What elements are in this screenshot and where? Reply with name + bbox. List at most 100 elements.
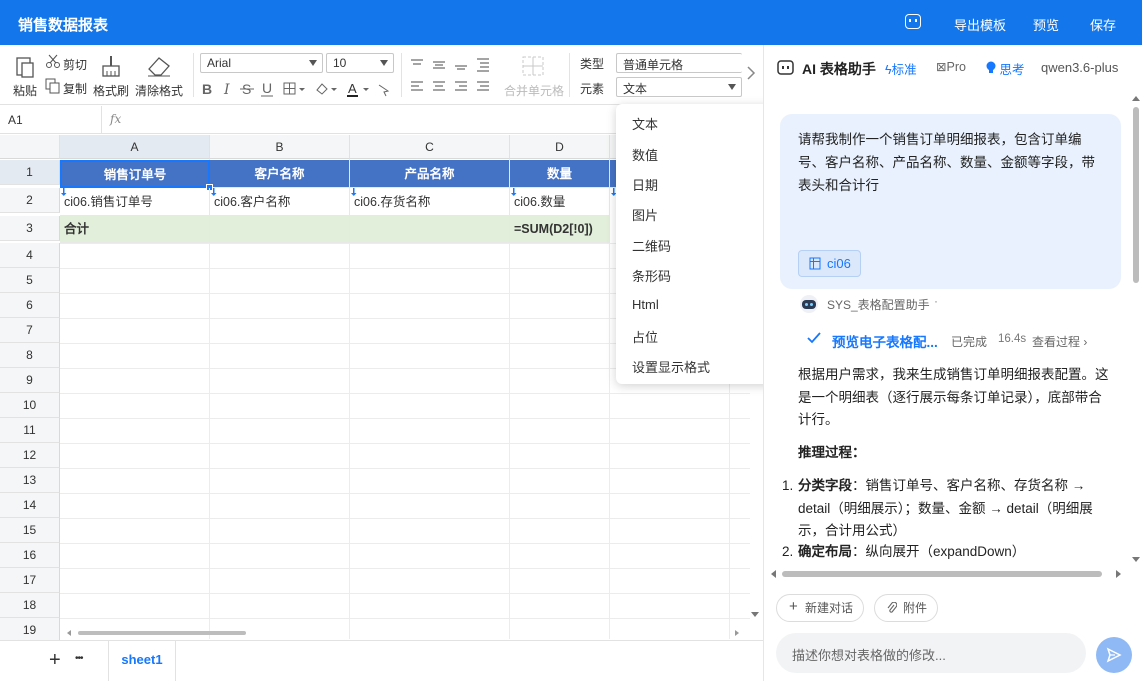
row-header[interactable]: 18 bbox=[0, 593, 60, 618]
send-button[interactable] bbox=[1096, 637, 1132, 673]
row-header[interactable]: 11 bbox=[0, 418, 60, 443]
row-header[interactable]: 13 bbox=[0, 468, 60, 493]
top-bar: 销售数据报表 导出模板 预览 保存 bbox=[0, 0, 1142, 45]
row-header[interactable]: 14 bbox=[0, 493, 60, 518]
row-header[interactable]: 2 bbox=[0, 188, 60, 213]
dropdown-option-barcode[interactable]: 条形码 bbox=[632, 266, 671, 285]
table-icon bbox=[809, 257, 821, 270]
lightning-icon: ϟ bbox=[885, 63, 892, 77]
plus-icon: + bbox=[789, 598, 798, 615]
cell-type-select[interactable]: 普通单元格 bbox=[616, 53, 742, 73]
scroll-right-icon[interactable] bbox=[732, 628, 742, 638]
row-header[interactable]: 17 bbox=[0, 568, 60, 593]
dropdown-option-number[interactable]: 数值 bbox=[632, 145, 658, 164]
row-header[interactable]: 3 bbox=[0, 216, 60, 241]
cell-c1[interactable]: 产品名称 bbox=[350, 160, 510, 188]
type-label: 类型 bbox=[580, 57, 605, 71]
dropdown-option-placeholder[interactable]: 占位 bbox=[632, 327, 658, 346]
element-type-dropdown: 文本 数值 日期 图片 二维码 条形码 Html 占位 设置显示格式 bbox=[616, 104, 776, 384]
panel-vertical-scrollbar[interactable] bbox=[1131, 93, 1141, 569]
select-all-corner[interactable] bbox=[0, 135, 60, 159]
dropdown-option-text[interactable]: 文本 bbox=[632, 114, 658, 133]
sheet-tabs-bar: + ••• sheet1 bbox=[0, 640, 763, 681]
task-title[interactable]: 预览电子表格配... bbox=[832, 331, 938, 351]
mode-standard[interactable]: ϟ标准 bbox=[885, 59, 917, 78]
row-header[interactable]: 15 bbox=[0, 518, 60, 543]
row-header[interactable]: 6 bbox=[0, 293, 60, 318]
scroll-thumb[interactable] bbox=[78, 631, 246, 635]
reasoning-item: 2. 确定布局：纵向展开（expandDown） bbox=[782, 544, 1026, 559]
toolbar-ribbon: 粘贴 剪切 复制 格式刷 清除格式 Arial 10 B I S U A 合并单… bbox=[0, 45, 763, 105]
scroll-left-icon[interactable] bbox=[64, 628, 74, 638]
dropdown-option-qrcode[interactable]: 二维码 bbox=[632, 236, 671, 255]
ai-robot-icon bbox=[777, 60, 794, 75]
lightbulb-icon bbox=[986, 61, 996, 73]
font-family-select[interactable]: Arial bbox=[200, 53, 323, 73]
expand-down-markers bbox=[61, 188, 617, 196]
copy-icon bbox=[45, 78, 60, 94]
ai-assistant-panel: AI 表格助手 ϟ标准 ⊠Pro 思考 qwen3.6-plus 请帮我制作一个… bbox=[763, 45, 1142, 681]
row-header[interactable]: 4 bbox=[0, 243, 60, 268]
attachment-chip[interactable]: ci06 bbox=[798, 250, 861, 277]
row-header[interactable]: 16 bbox=[0, 543, 60, 568]
answer-intro: 根据用户需求，我来生成销售订单明细报表配置。这是一个明细表（逐行展示每条订单记录… bbox=[798, 367, 1109, 427]
svg-text:U: U bbox=[262, 80, 272, 96]
cell-c3[interactable] bbox=[350, 216, 510, 243]
cell-a3[interactable]: 合计 bbox=[60, 216, 210, 243]
horizontal-scrollbar[interactable] bbox=[60, 628, 750, 638]
check-icon bbox=[807, 332, 821, 344]
column-header-c[interactable]: C bbox=[350, 135, 510, 159]
cell-d3[interactable]: =SUM(D2[!0]) bbox=[510, 216, 610, 243]
chat-input[interactable]: 描述你想对表格做的修改... bbox=[776, 633, 1086, 673]
bot-avatar-icon bbox=[800, 295, 818, 313]
view-process-link[interactable]: 查看过程 › bbox=[1032, 333, 1087, 350]
cell-b3[interactable] bbox=[210, 216, 350, 243]
dropdown-option-image[interactable]: 图片 bbox=[632, 205, 658, 224]
pro-icon: ⊠ bbox=[936, 60, 947, 74]
add-sheet-button[interactable]: + bbox=[49, 649, 61, 672]
mode-pro[interactable]: ⊠Pro bbox=[936, 59, 966, 74]
row-header[interactable]: 5 bbox=[0, 268, 60, 293]
column-header-b[interactable]: B bbox=[210, 135, 350, 159]
user-message-bubble: 请帮我制作一个销售订单明细报表，包含订单编号、客户名称、产品名称、数量、金额等字… bbox=[780, 114, 1121, 289]
export-template-button[interactable]: 导出模板 bbox=[954, 15, 1006, 34]
more-sheets-button[interactable]: ••• bbox=[75, 653, 83, 664]
new-chat-button[interactable]: + 新建对话 bbox=[776, 594, 865, 622]
chevron-right-icon: › bbox=[1083, 335, 1088, 349]
ai-robot-icon[interactable] bbox=[905, 14, 921, 29]
font-size-select[interactable]: 10 bbox=[326, 53, 394, 73]
dropdown-option-display-format[interactable]: 设置显示格式 bbox=[632, 357, 710, 376]
svg-text:I: I bbox=[223, 82, 230, 98]
panel-horizontal-scrollbar[interactable] bbox=[768, 568, 1142, 580]
cell-a1[interactable]: 销售订单号 bbox=[60, 160, 210, 188]
cell-reference-box[interactable]: A1 bbox=[0, 106, 102, 134]
save-button[interactable]: 保存 bbox=[1090, 15, 1116, 34]
bot-caret: · bbox=[934, 294, 938, 308]
row-header[interactable]: 8 bbox=[0, 343, 60, 368]
fx-icon: fx bbox=[110, 112, 122, 126]
preview-button[interactable]: 预览 bbox=[1033, 15, 1059, 34]
row-header[interactable]: 10 bbox=[0, 393, 60, 418]
paste-icon bbox=[16, 57, 34, 78]
sheet-tab-sheet1[interactable]: sheet1 bbox=[108, 641, 176, 681]
row-header[interactable]: 1 bbox=[0, 160, 60, 185]
mode-think[interactable]: 思考 bbox=[986, 59, 1025, 78]
task-duration: 16.4s bbox=[998, 333, 1027, 345]
dropdown-option-html[interactable]: Html bbox=[632, 297, 659, 312]
chevron-right-icon[interactable] bbox=[746, 65, 756, 81]
model-selector[interactable]: qwen3.6-plus bbox=[1041, 60, 1118, 75]
format-icons-row: B I S U A bbox=[202, 80, 390, 98]
cell-b1[interactable]: 客户名称 bbox=[210, 160, 350, 188]
element-select[interactable]: 文本 bbox=[616, 77, 742, 97]
row-header[interactable]: 7 bbox=[0, 318, 60, 343]
dropdown-option-date[interactable]: 日期 bbox=[632, 175, 658, 194]
divider bbox=[569, 53, 570, 97]
row-header[interactable]: 9 bbox=[0, 368, 60, 393]
row-header[interactable]: 19 bbox=[0, 618, 60, 640]
cell-d1[interactable]: 数量 bbox=[510, 160, 610, 188]
attachment-button[interactable]: 附件 bbox=[874, 594, 939, 622]
column-header-d[interactable]: D bbox=[510, 135, 610, 159]
column-header-a[interactable]: A bbox=[60, 135, 210, 159]
paperclip-icon bbox=[887, 602, 897, 613]
row-header[interactable]: 12 bbox=[0, 443, 60, 468]
